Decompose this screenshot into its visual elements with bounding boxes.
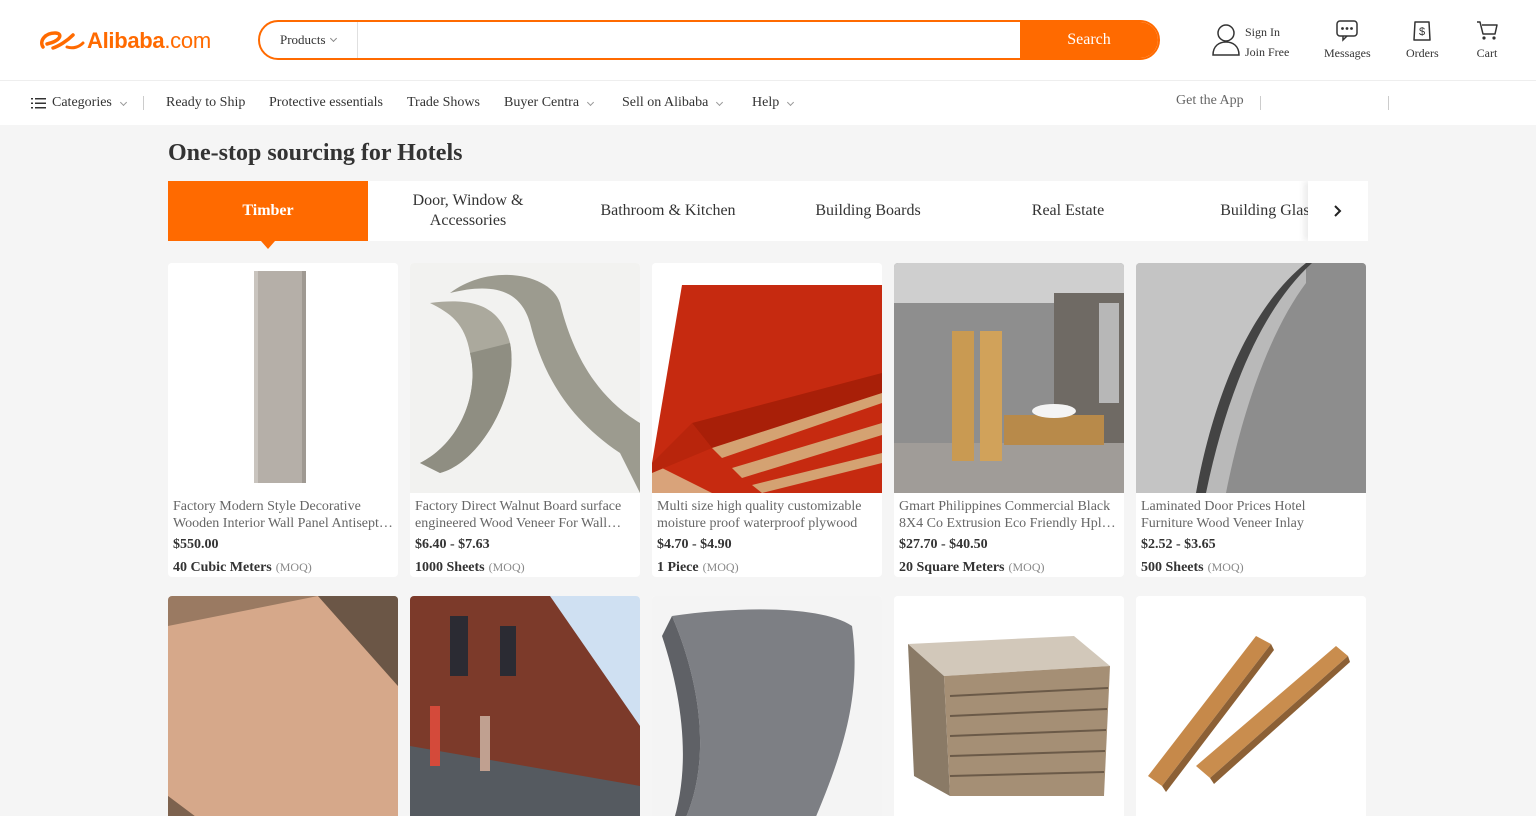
top-header: Alibaba.com Products Search Sign In Join…	[0, 0, 1536, 81]
cart-label: Cart	[1476, 46, 1498, 60]
product-price: $6.40 - $7.63	[415, 537, 490, 552]
list-icon	[31, 97, 46, 108]
messages-icon	[1336, 20, 1359, 42]
nav-categories-label: Categories	[52, 95, 112, 110]
product-image[interactable]	[1136, 596, 1366, 816]
product-title[interactable]: Gmart Philippines Commercial Black 8X4 C…	[899, 498, 1119, 532]
nav-help-label: Help	[752, 95, 780, 110]
alibaba-logo-icon	[40, 31, 85, 50]
chevron-down-icon	[716, 98, 724, 106]
chevron-down-icon	[586, 98, 595, 106]
nav-divider	[143, 96, 144, 110]
product-card[interactable]: Laminated Door Prices Hotel Furniture Wo…	[1136, 263, 1366, 577]
product-image[interactable]	[652, 263, 882, 493]
nav-ready-to-ship[interactable]: Ready to Ship	[166, 95, 245, 111]
product-card[interactable]: Gmart Philippines Commercial Black 8X4 C…	[894, 263, 1124, 577]
tab-bathroom-kitchen[interactable]: Bathroom & Kitchen	[568, 181, 768, 241]
nav-help[interactable]: Help	[752, 95, 795, 111]
join-free-link[interactable]: Join Free	[1245, 42, 1289, 62]
product-moq: 40 Cubic Meters (MOQ)	[173, 560, 312, 575]
product-price: $550.00	[173, 537, 219, 552]
orders-button[interactable]: $ Orders	[1406, 18, 1439, 61]
product-price: $4.70 - $4.90	[657, 537, 732, 552]
product-image[interactable]	[168, 596, 398, 816]
page-title: One-stop sourcing for Hotels	[168, 140, 463, 166]
tab-door-window[interactable]: Door, Window & Accessories	[368, 181, 568, 241]
product-title[interactable]: Multi size high quality customizable moi…	[657, 498, 877, 532]
product-image[interactable]	[652, 596, 882, 816]
search-category-select[interactable]: Products	[260, 22, 358, 58]
sign-in-link[interactable]: Sign In	[1245, 22, 1289, 42]
product-moq: 20 Square Meters (MOQ)	[899, 560, 1045, 575]
orders-icon: $	[1413, 21, 1432, 41]
product-card[interactable]: Factory Direct Walnut Board surface engi…	[410, 263, 640, 577]
user-icon[interactable]	[1211, 22, 1241, 56]
account-area: Sign In Join Free	[1211, 22, 1289, 62]
product-moq: 500 Sheets (MOQ)	[1141, 560, 1244, 575]
product-moq: 1 Piece (MOQ)	[657, 560, 739, 575]
nav-buyer-central-label: Buyer Centra	[504, 95, 580, 110]
product-card[interactable]	[894, 596, 1124, 816]
category-tabs: Timber Door, Window & Accessories Bathro…	[168, 181, 1368, 241]
search-input[interactable]	[358, 22, 1020, 58]
messages-label: Messages	[1324, 46, 1371, 60]
tabs-next-button[interactable]	[1308, 181, 1368, 241]
search-category-label: Products	[280, 32, 326, 47]
nav-trade-shows[interactable]: Trade Shows	[407, 95, 480, 111]
chevron-right-icon	[1334, 205, 1342, 217]
messages-button[interactable]: Messages	[1324, 18, 1371, 61]
product-card[interactable]	[168, 596, 398, 816]
product-price: $2.52 - $3.65	[1141, 537, 1216, 552]
product-image[interactable]	[894, 263, 1124, 493]
active-tab-indicator	[261, 241, 275, 249]
product-image[interactable]	[168, 263, 398, 493]
search-button[interactable]: Search	[1020, 22, 1158, 58]
product-card[interactable]	[1136, 596, 1366, 816]
chevron-down-icon	[119, 98, 127, 106]
cart-icon	[1477, 21, 1498, 40]
svg-text:$: $	[1419, 26, 1425, 38]
product-card[interactable]	[652, 596, 882, 816]
cart-button[interactable]: Cart	[1475, 18, 1499, 61]
product-title[interactable]: Factory Modern Style Decorative Wooden I…	[173, 498, 393, 532]
logo-text: Alibaba.com	[87, 28, 211, 53]
tab-real-estate[interactable]: Real Estate	[968, 181, 1168, 241]
product-image[interactable]	[410, 263, 640, 493]
product-image[interactable]	[894, 596, 1124, 816]
product-card[interactable]: Factory Modern Style Decorative Wooden I…	[168, 263, 398, 577]
nav-divider	[1260, 96, 1261, 110]
nav-sell-label: Sell on Alibaba	[622, 95, 709, 110]
product-title[interactable]: Factory Direct Walnut Board surface engi…	[415, 498, 635, 532]
nav-categories[interactable]: Categories	[31, 95, 127, 111]
nav-sell-on-alibaba[interactable]: Sell on Alibaba	[622, 95, 724, 111]
product-price: $27.70 - $40.50	[899, 537, 988, 552]
product-image[interactable]	[410, 596, 640, 816]
product-title[interactable]: Laminated Door Prices Hotel Furniture Wo…	[1141, 498, 1361, 532]
product-moq: 1000 Sheets (MOQ)	[415, 560, 525, 575]
main-nav: Categories Ready to Ship Protective esse…	[0, 81, 1536, 125]
tab-building-boards[interactable]: Building Boards	[768, 181, 968, 241]
chevron-down-icon	[329, 34, 337, 43]
nav-buyer-central[interactable]: Buyer Centra	[504, 95, 595, 111]
nav-protective-essentials[interactable]: Protective essentials	[269, 95, 383, 111]
search-bar: Products Search	[258, 20, 1160, 60]
get-the-app-link[interactable]: Get the App	[1176, 93, 1244, 109]
orders-label: Orders	[1406, 46, 1439, 60]
nav-divider	[1388, 96, 1389, 110]
tab-timber[interactable]: Timber	[168, 181, 368, 241]
product-image[interactable]	[1136, 263, 1366, 493]
alibaba-logo[interactable]: Alibaba.com	[37, 27, 211, 55]
chevron-down-icon	[787, 98, 795, 106]
product-card[interactable]: Multi size high quality customizable moi…	[652, 263, 882, 577]
product-card[interactable]	[410, 596, 640, 816]
